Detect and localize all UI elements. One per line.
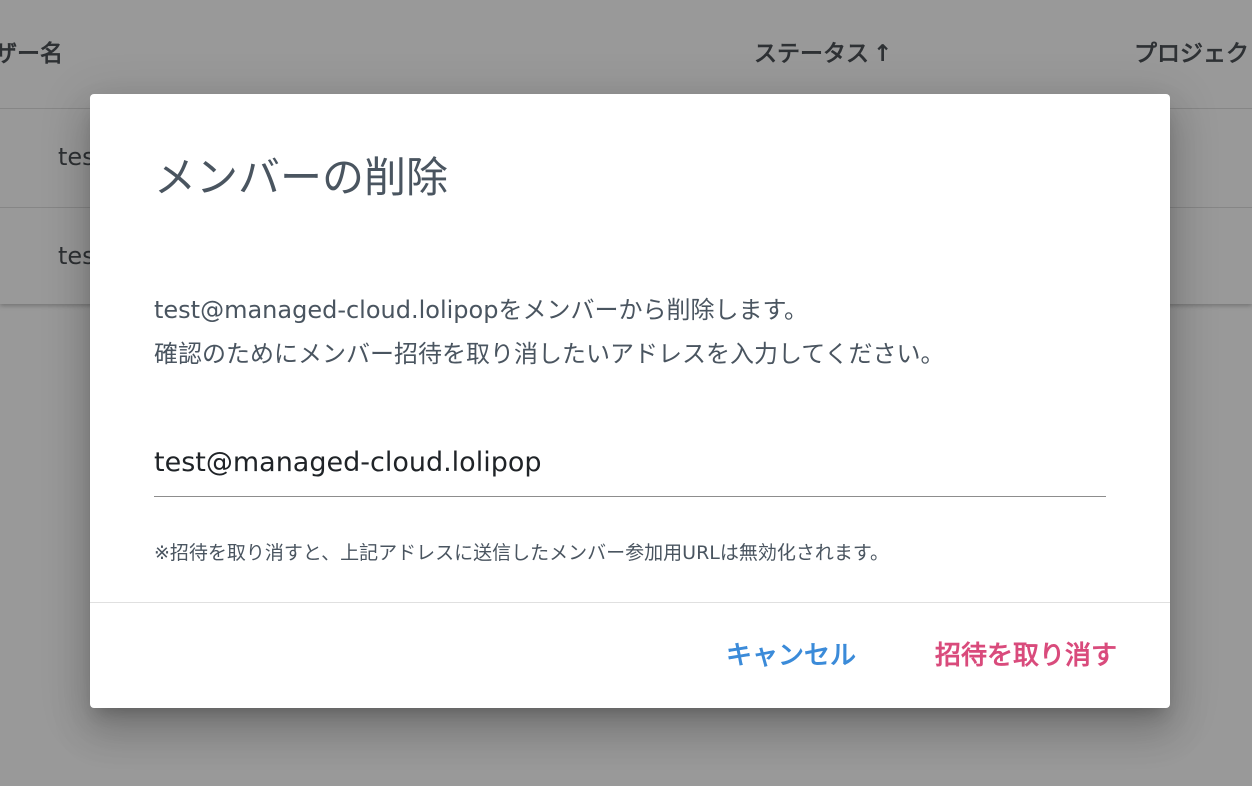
page: ザー名 ステータス ↑ プロジェク tes tes メンバーの削除 test@ma…	[0, 0, 1252, 786]
dialog-message: test@managed-cloud.lolipopをメンバーから削除します。 …	[154, 288, 945, 376]
invalidation-note: ※招待を取り消すと、上記アドレスに送信したメンバー参加用URLは無効化されます。	[154, 542, 889, 564]
message-line-2: 確認のためにメンバー招待を取り消したいアドレスを入力してください。	[154, 340, 945, 368]
dialog-title: メンバーの削除	[154, 153, 449, 202]
remove-member-dialog: メンバーの削除 test@managed-cloud.lolipopをメンバーか…	[90, 94, 1170, 708]
message-line-1: test@managed-cloud.lolipopをメンバーから削除します。	[154, 296, 809, 324]
revoke-invitation-button[interactable]: 招待を取り消す	[935, 635, 1117, 672]
cancel-button[interactable]: キャンセル	[726, 635, 856, 672]
dialog-actions: キャンセル 招待を取り消す	[90, 603, 1170, 708]
email-confirm-input[interactable]	[154, 442, 1106, 482]
email-confirm-field	[154, 434, 1106, 497]
